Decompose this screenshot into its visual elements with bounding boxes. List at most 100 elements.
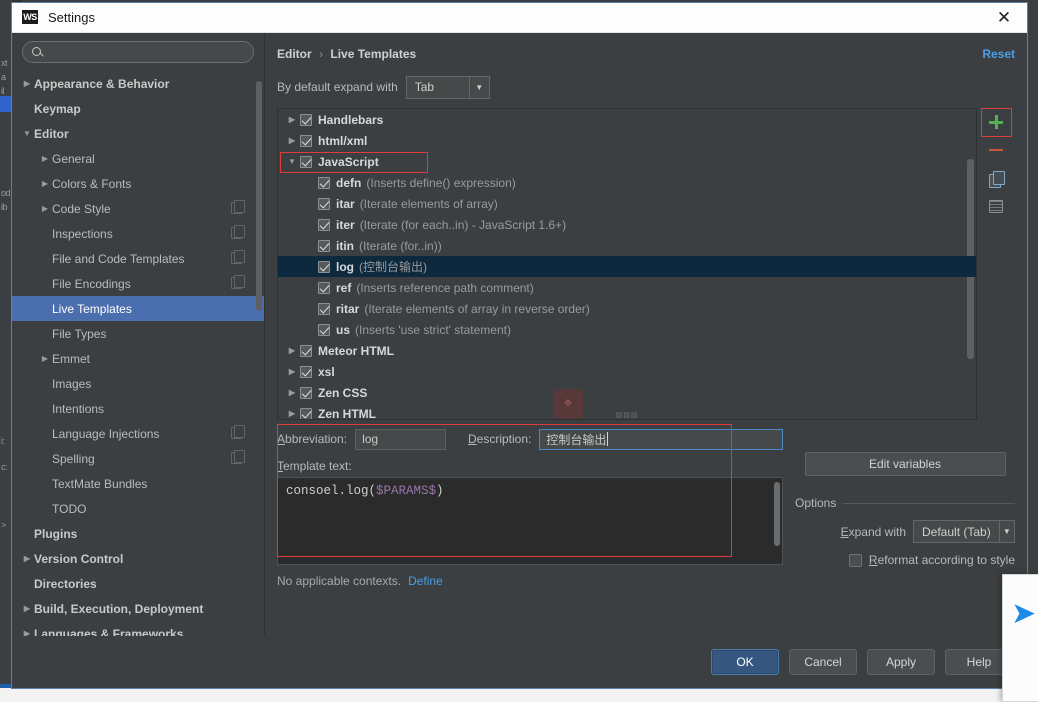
template-row-handlebars[interactable]: ▶ Handlebars — [278, 109, 976, 130]
sidebar-item-inspections[interactable]: ▶Inspections — [12, 221, 264, 246]
remove-template-button[interactable] — [983, 138, 1009, 162]
settings-tree[interactable]: ▶Appearance & Behavior▶Keymap▼Editor▶Gen… — [12, 69, 264, 636]
sidebar-scrollbar[interactable] — [256, 81, 262, 311]
sidebar-item-textmate-bundles[interactable]: ▶TextMate Bundles — [12, 471, 264, 496]
sidebar-item-editor[interactable]: ▼ Editor — [12, 121, 264, 146]
template-group-button[interactable] — [983, 194, 1009, 218]
template-list[interactable]: ⌖ ▨▨▨ ▶ Handlebars ▶ html/xml ▼ JavaScript def… — [277, 108, 977, 420]
sidebar-item-version-control[interactable]: ▶ Version Control — [12, 546, 264, 571]
sidebar-item-file-and-code-templates[interactable]: ▶File and Code Templates — [12, 246, 264, 271]
sidebar-item-code-style[interactable]: ▶ Code Style — [12, 196, 264, 221]
breadcrumb-parent[interactable]: Editor — [277, 47, 312, 61]
apply-button[interactable]: Apply — [867, 649, 935, 675]
template-checkbox[interactable] — [300, 155, 312, 168]
chevron-right-icon[interactable]: ▶ — [38, 154, 52, 163]
chevron-right-icon[interactable]: ▶ — [20, 79, 34, 88]
template-checkbox[interactable] — [318, 218, 330, 231]
define-context-link[interactable]: Define — [408, 574, 443, 588]
sidebar-item-emmet[interactable]: ▶ Emmet — [12, 346, 264, 371]
template-text-scrollbar[interactable] — [774, 482, 780, 546]
template-row-meteor-html[interactable]: ▶ Meteor HTML — [278, 340, 976, 361]
template-row-us[interactable]: us (Inserts 'use strict' statement) — [278, 319, 976, 340]
template-checkbox[interactable] — [318, 197, 330, 210]
default-expand-row: By default expand with Tab ▼ — [277, 70, 1015, 104]
sidebar-item-live-templates[interactable]: ▶Live Templates — [12, 296, 264, 321]
sidebar-item-build-execution-deployment[interactable]: ▶ Build, Execution, Deployment — [12, 596, 264, 621]
sidebar-item-images[interactable]: ▶Images — [12, 371, 264, 396]
template-checkbox[interactable] — [318, 239, 330, 252]
template-row-ritar[interactable]: ritar (Iterate elements of array in rever… — [278, 298, 976, 319]
template-checkbox[interactable] — [318, 176, 330, 189]
template-checkbox[interactable] — [300, 344, 312, 357]
chevron-right-icon[interactable]: ▶ — [38, 204, 52, 213]
template-row-html-xml[interactable]: ▶ html/xml — [278, 130, 976, 151]
sidebar-item-keymap[interactable]: ▶Keymap — [12, 96, 264, 121]
chevron-right-icon[interactable]: ▶ — [284, 136, 300, 145]
reset-link[interactable]: Reset — [982, 47, 1015, 61]
sidebar-item-file-types[interactable]: ▶File Types — [12, 321, 264, 346]
chevron-right-icon[interactable]: ▶ — [20, 629, 34, 636]
template-row-zen-html[interactable]: ▶ Zen HTML — [278, 403, 976, 419]
search-input[interactable] — [49, 45, 245, 59]
template-checkbox[interactable] — [318, 260, 330, 273]
template-row-zen-css[interactable]: ▶ Zen CSS — [278, 382, 976, 403]
ok-button[interactable]: OK — [711, 649, 779, 675]
sidebar-item-intentions[interactable]: ▶Intentions — [12, 396, 264, 421]
template-checkbox[interactable] — [300, 134, 312, 147]
chevron-right-icon[interactable]: ▶ — [284, 346, 300, 355]
template-row-javascript[interactable]: ▼ JavaScript — [278, 151, 976, 172]
sidebar-item-language-injections[interactable]: ▶Language Injections — [12, 421, 264, 446]
chevron-down-icon[interactable]: ▼ — [998, 521, 1014, 542]
edit-variables-button[interactable]: Edit variables — [804, 452, 1006, 476]
chevron-right-icon[interactable]: ▶ — [284, 115, 300, 124]
sidebar-item-general[interactable]: ▶ General — [12, 146, 264, 171]
sidebar-item-file-encodings[interactable]: ▶File Encodings — [12, 271, 264, 296]
sidebar-item-colors-fonts[interactable]: ▶ Colors & Fonts — [12, 171, 264, 196]
template-row-xsl[interactable]: ▶ xsl — [278, 361, 976, 382]
template-checkbox[interactable] — [300, 365, 312, 378]
chevron-right-icon[interactable]: ▶ — [284, 409, 300, 418]
template-checkbox[interactable] — [318, 302, 330, 315]
abbreviation-input[interactable]: log — [355, 428, 446, 450]
chevron-right-icon[interactable]: ▶ — [20, 604, 34, 613]
template-row-defn[interactable]: defn (Inserts define() expression) — [278, 172, 976, 193]
sidebar-item-spelling[interactable]: ▶Spelling — [12, 446, 264, 471]
chevron-down-icon[interactable]: ▼ — [20, 129, 34, 138]
sidebar-item-todo[interactable]: ▶TODO — [12, 496, 264, 521]
template-checkbox[interactable] — [300, 386, 312, 399]
sidebar-item-appearance-behavior[interactable]: ▶ Appearance & Behavior — [12, 71, 264, 96]
expand-with-combo[interactable]: Default (Tab) ▼ — [913, 520, 1015, 543]
cancel-button[interactable]: Cancel — [789, 649, 857, 675]
sidebar-item-directories[interactable]: ▶Directories — [12, 571, 264, 596]
chevron-right-icon[interactable]: ▶ — [20, 554, 34, 563]
duplicate-template-button[interactable] — [983, 166, 1009, 190]
template-row-log[interactable]: log (控制台输出) — [278, 256, 976, 277]
chevron-right-icon[interactable]: ▶ — [38, 354, 52, 363]
template-text-editor[interactable]: consoel.log($PARAMS$) — [277, 477, 783, 565]
reformat-checkbox[interactable] — [848, 553, 862, 567]
template-row-iter[interactable]: iter (Iterate (for each..in) - JavaScript… — [278, 214, 976, 235]
template-checkbox[interactable] — [318, 323, 330, 336]
chevron-right-icon[interactable]: ▶ — [284, 388, 300, 397]
sidebar-item-plugins[interactable]: ▶Plugins — [12, 521, 264, 546]
sidebar-item-languages-frameworks[interactable]: ▶ Languages & Frameworks — [12, 621, 264, 637]
sidebar-item-label: Language Injections — [52, 426, 160, 441]
chevron-right-icon[interactable]: ▶ — [284, 367, 300, 376]
default-expand-combo[interactable]: Tab ▼ — [405, 75, 490, 99]
template-name: itin — [336, 238, 354, 253]
template-checkbox[interactable] — [300, 113, 312, 126]
chevron-right-icon[interactable]: ▶ — [38, 179, 52, 188]
close-icon[interactable]: ✕ — [981, 3, 1027, 33]
description-input[interactable]: 控制台输出 — [539, 428, 783, 450]
chevron-down-icon[interactable]: ▼ — [284, 157, 300, 166]
settings-content: Editor › Live Templates Reset By default… — [265, 33, 1027, 636]
template-checkbox[interactable] — [318, 281, 330, 294]
add-template-button[interactable] — [983, 110, 1009, 134]
search-box[interactable] — [22, 41, 254, 63]
template-checkbox[interactable] — [300, 407, 312, 419]
chevron-down-icon[interactable]: ▼ — [468, 76, 489, 98]
template-row-itar[interactable]: itar (Iterate elements of array) — [278, 193, 976, 214]
template-row-itin[interactable]: itin (Iterate (for..in)) — [278, 235, 976, 256]
template-row-ref[interactable]: ref (Inserts reference path comment) — [278, 277, 976, 298]
floating-notification-panel[interactable]: ➤ — [1002, 574, 1038, 702]
